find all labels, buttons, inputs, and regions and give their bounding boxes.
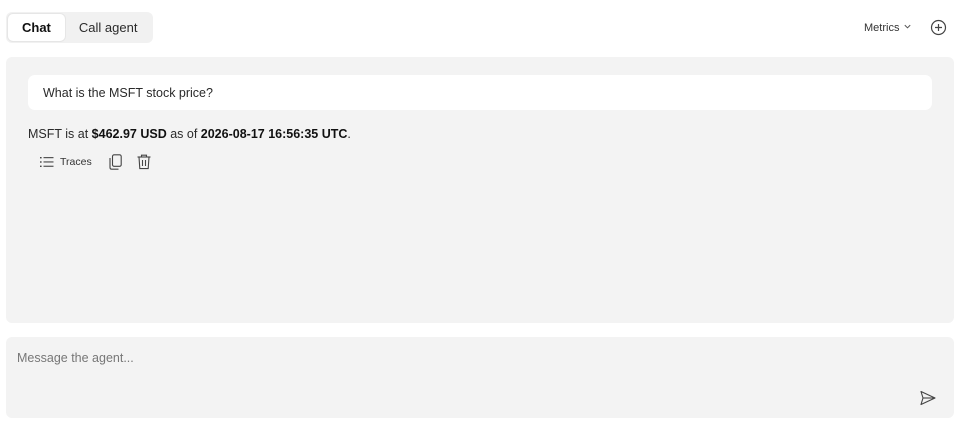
metrics-dropdown[interactable]: Metrics xyxy=(864,20,912,36)
copy-button[interactable] xyxy=(106,152,126,172)
message-input[interactable] xyxy=(17,351,897,395)
assistant-message: MSFT is at $462.97 USD as of 2026-08-17 … xyxy=(28,127,351,141)
send-button[interactable] xyxy=(920,390,936,406)
tab-call-agent[interactable]: Call agent xyxy=(65,14,152,41)
tab-chat[interactable]: Chat xyxy=(8,14,65,41)
tab-bar: Chat Call agent xyxy=(6,12,154,43)
assistant-middle: as of xyxy=(166,127,201,141)
price-timestamp: 2026-08-17 16:56:35 UTC xyxy=(200,127,348,141)
stock-price: $462.97 USD xyxy=(91,127,167,141)
composer xyxy=(6,337,954,418)
delete-button[interactable] xyxy=(134,152,154,172)
copy-icon xyxy=(109,154,122,170)
trash-icon xyxy=(137,154,151,170)
user-message-text: What is the MSFT stock price? xyxy=(43,85,213,100)
traces-label: Traces xyxy=(60,156,92,168)
chat-panel: What is the MSFT stock price? MSFT is at… xyxy=(6,57,954,323)
user-message: What is the MSFT stock price? xyxy=(28,75,932,110)
send-icon xyxy=(920,390,936,410)
chevron-down-icon xyxy=(903,22,912,34)
plus-circle-icon[interactable] xyxy=(930,19,947,36)
list-icon xyxy=(40,156,54,168)
message-actions: Traces xyxy=(34,152,154,172)
metrics-label: Metrics xyxy=(864,22,900,34)
assistant-suffix: . xyxy=(347,127,351,141)
traces-button[interactable]: Traces xyxy=(34,154,98,170)
assistant-prefix: MSFT is at xyxy=(28,127,92,141)
